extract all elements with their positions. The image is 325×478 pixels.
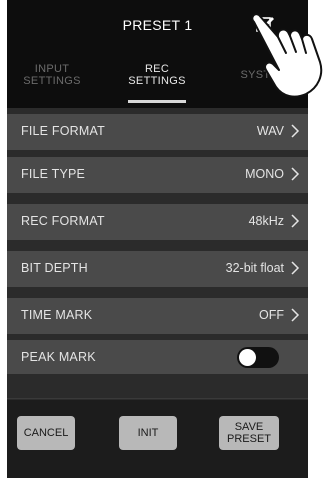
row-file-format[interactable]: FILE FORMAT WAV	[7, 114, 308, 150]
save-preset-label: SAVE PRESET	[227, 421, 271, 445]
row-label: FILE FORMAT	[21, 124, 105, 138]
row-file-type[interactable]: FILE TYPE MONO	[7, 157, 308, 193]
row-label: TIME MARK	[21, 308, 93, 322]
row-time-mark[interactable]: TIME MARK OFF	[7, 298, 308, 334]
toggle-knob	[239, 349, 256, 366]
cancel-button[interactable]: CANCEL	[17, 416, 75, 450]
chevron-right-icon	[291, 124, 300, 138]
save-line1: SAVE	[234, 421, 264, 433]
row-value: 32-bit float	[225, 261, 284, 275]
footer-divider	[7, 398, 308, 399]
row-value: MONO	[245, 167, 284, 181]
row-rec-format[interactable]: REC FORMAT 48kHz	[7, 204, 308, 240]
chevron-right-icon	[291, 308, 300, 322]
row-label: FILE TYPE	[21, 167, 86, 181]
footer: CANCEL INIT SAVE PRESET	[7, 400, 308, 478]
tab-rec-settings-line1: REC	[144, 63, 170, 75]
save-line2: PRESET	[226, 433, 271, 445]
row-bit-depth[interactable]: BIT DEPTH 32-bit float	[7, 251, 308, 287]
row-value: OFF	[259, 308, 284, 322]
row-value: WAV	[256, 124, 284, 138]
row-label: BIT DEPTH	[21, 261, 88, 275]
divider	[7, 150, 308, 152]
init-button[interactable]: INIT	[119, 416, 177, 450]
active-tab-indicator	[128, 100, 186, 103]
peak-mark-toggle[interactable]	[237, 347, 279, 368]
tab-input-settings-line1: INPUT	[34, 63, 70, 75]
tab-rec-settings-line2: SETTINGS	[128, 75, 186, 87]
tab-rec-settings[interactable]: REC SETTINGS	[120, 63, 194, 87]
chevron-right-icon	[291, 167, 300, 181]
chevron-right-icon	[291, 261, 300, 275]
chevron-right-icon	[291, 214, 300, 228]
row-value: 48kHz	[248, 214, 284, 228]
pointing-hand-icon	[251, 13, 323, 98]
tab-input-settings-line2: SETTINGS	[23, 75, 81, 87]
save-preset-button[interactable]: SAVE PRESET	[219, 416, 279, 450]
row-label: REC FORMAT	[21, 214, 105, 228]
row-label: PEAK MARK	[21, 350, 96, 364]
tab-input-settings[interactable]: INPUT SETTINGS	[17, 63, 87, 87]
